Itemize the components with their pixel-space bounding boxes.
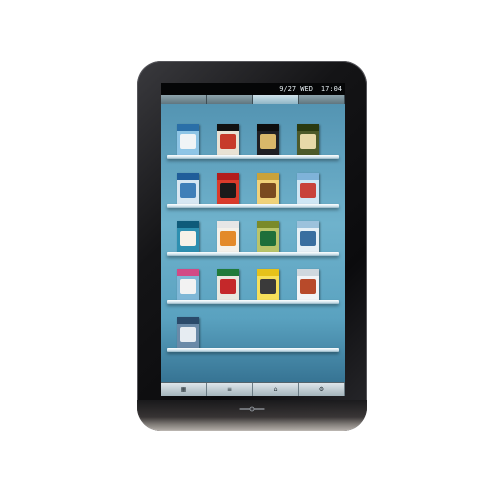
book-title-band [257, 173, 279, 180]
book-artwork [180, 134, 196, 149]
book-artwork [220, 279, 236, 294]
book-artwork [220, 134, 236, 149]
list-icon: ≡ [226, 386, 233, 393]
status-date: 9/27 WED [279, 85, 313, 93]
book-artwork [180, 327, 196, 342]
nav-button-2[interactable]: ≡ [207, 383, 253, 396]
book-artwork [180, 231, 196, 246]
shelf-board [167, 155, 339, 159]
book-title-band [177, 269, 199, 276]
status-bar: 9/27 WED 17:04 [161, 83, 345, 95]
grid-icon: ▦ [180, 386, 187, 393]
book-cover[interactable] [297, 221, 319, 252]
bookshelf-tabs [161, 95, 345, 104]
book-artwork [300, 183, 316, 198]
shelf-board [167, 348, 339, 352]
shelf-board [167, 252, 339, 256]
book-title-band [217, 221, 239, 228]
book-title-band [257, 269, 279, 276]
nav-button-1[interactable]: ▦ [161, 383, 207, 396]
book-artwork [180, 279, 196, 294]
book-artwork [260, 183, 276, 198]
book-title-band [297, 221, 319, 228]
book-title-band [257, 124, 279, 131]
tab-3[interactable] [253, 95, 299, 104]
book-artwork [180, 183, 196, 198]
tablet-screen: 9/27 WED 17:04 ▦ ≡ ⌂ ⚙ [161, 83, 345, 396]
tab-2[interactable] [207, 95, 253, 104]
book-title-band [177, 317, 199, 324]
book-title-band [297, 269, 319, 276]
book-artwork [300, 231, 316, 246]
book-artwork [260, 134, 276, 149]
tab-4[interactable] [299, 95, 345, 104]
book-title-band [257, 221, 279, 228]
book-cover[interactable] [217, 269, 239, 300]
book-artwork [220, 231, 236, 246]
book-cover[interactable] [177, 124, 199, 155]
shelf-row [161, 113, 345, 159]
book-cover[interactable] [297, 269, 319, 300]
book-artwork [260, 279, 276, 294]
shelf-row [161, 306, 345, 352]
book-cover[interactable] [297, 124, 319, 155]
book-cover[interactable] [177, 173, 199, 204]
nav-button-4[interactable]: ⚙ [299, 383, 345, 396]
shelf-board [167, 204, 339, 208]
book-cover[interactable] [257, 124, 279, 155]
cart-icon: ⌂ [273, 386, 278, 393]
book-artwork [220, 183, 236, 198]
book-title-band [217, 173, 239, 180]
nav-button-3[interactable]: ⌂ [253, 383, 299, 396]
settings-icon: ⚙ [318, 386, 325, 393]
book-title-band [177, 124, 199, 131]
book-cover[interactable] [257, 221, 279, 252]
book-artwork [300, 134, 316, 149]
book-cover[interactable] [177, 317, 199, 348]
book-title-band [217, 124, 239, 131]
shelf-board [167, 300, 339, 304]
book-cover[interactable] [177, 269, 199, 300]
shelf-row [161, 258, 345, 304]
book-title-band [297, 173, 319, 180]
book-cover[interactable] [217, 173, 239, 204]
book-title-band [217, 269, 239, 276]
book-title-band [297, 124, 319, 131]
book-cover[interactable] [297, 173, 319, 204]
book-cover[interactable] [257, 173, 279, 204]
shelf-row [161, 210, 345, 256]
book-artwork [300, 279, 316, 294]
book-cover[interactable] [177, 221, 199, 252]
book-artwork [260, 231, 276, 246]
book-cover[interactable] [217, 124, 239, 155]
home-key-icon[interactable] [234, 405, 270, 413]
status-time: 17:04 [320, 85, 342, 93]
book-title-band [177, 221, 199, 228]
tab-1[interactable] [161, 95, 207, 104]
book-title-band [177, 173, 199, 180]
book-cover[interactable] [217, 221, 239, 252]
book-cover[interactable] [257, 269, 279, 300]
bottom-nav: ▦ ≡ ⌂ ⚙ [161, 382, 345, 396]
shelf-row [161, 162, 345, 208]
bookshelf [161, 104, 345, 372]
